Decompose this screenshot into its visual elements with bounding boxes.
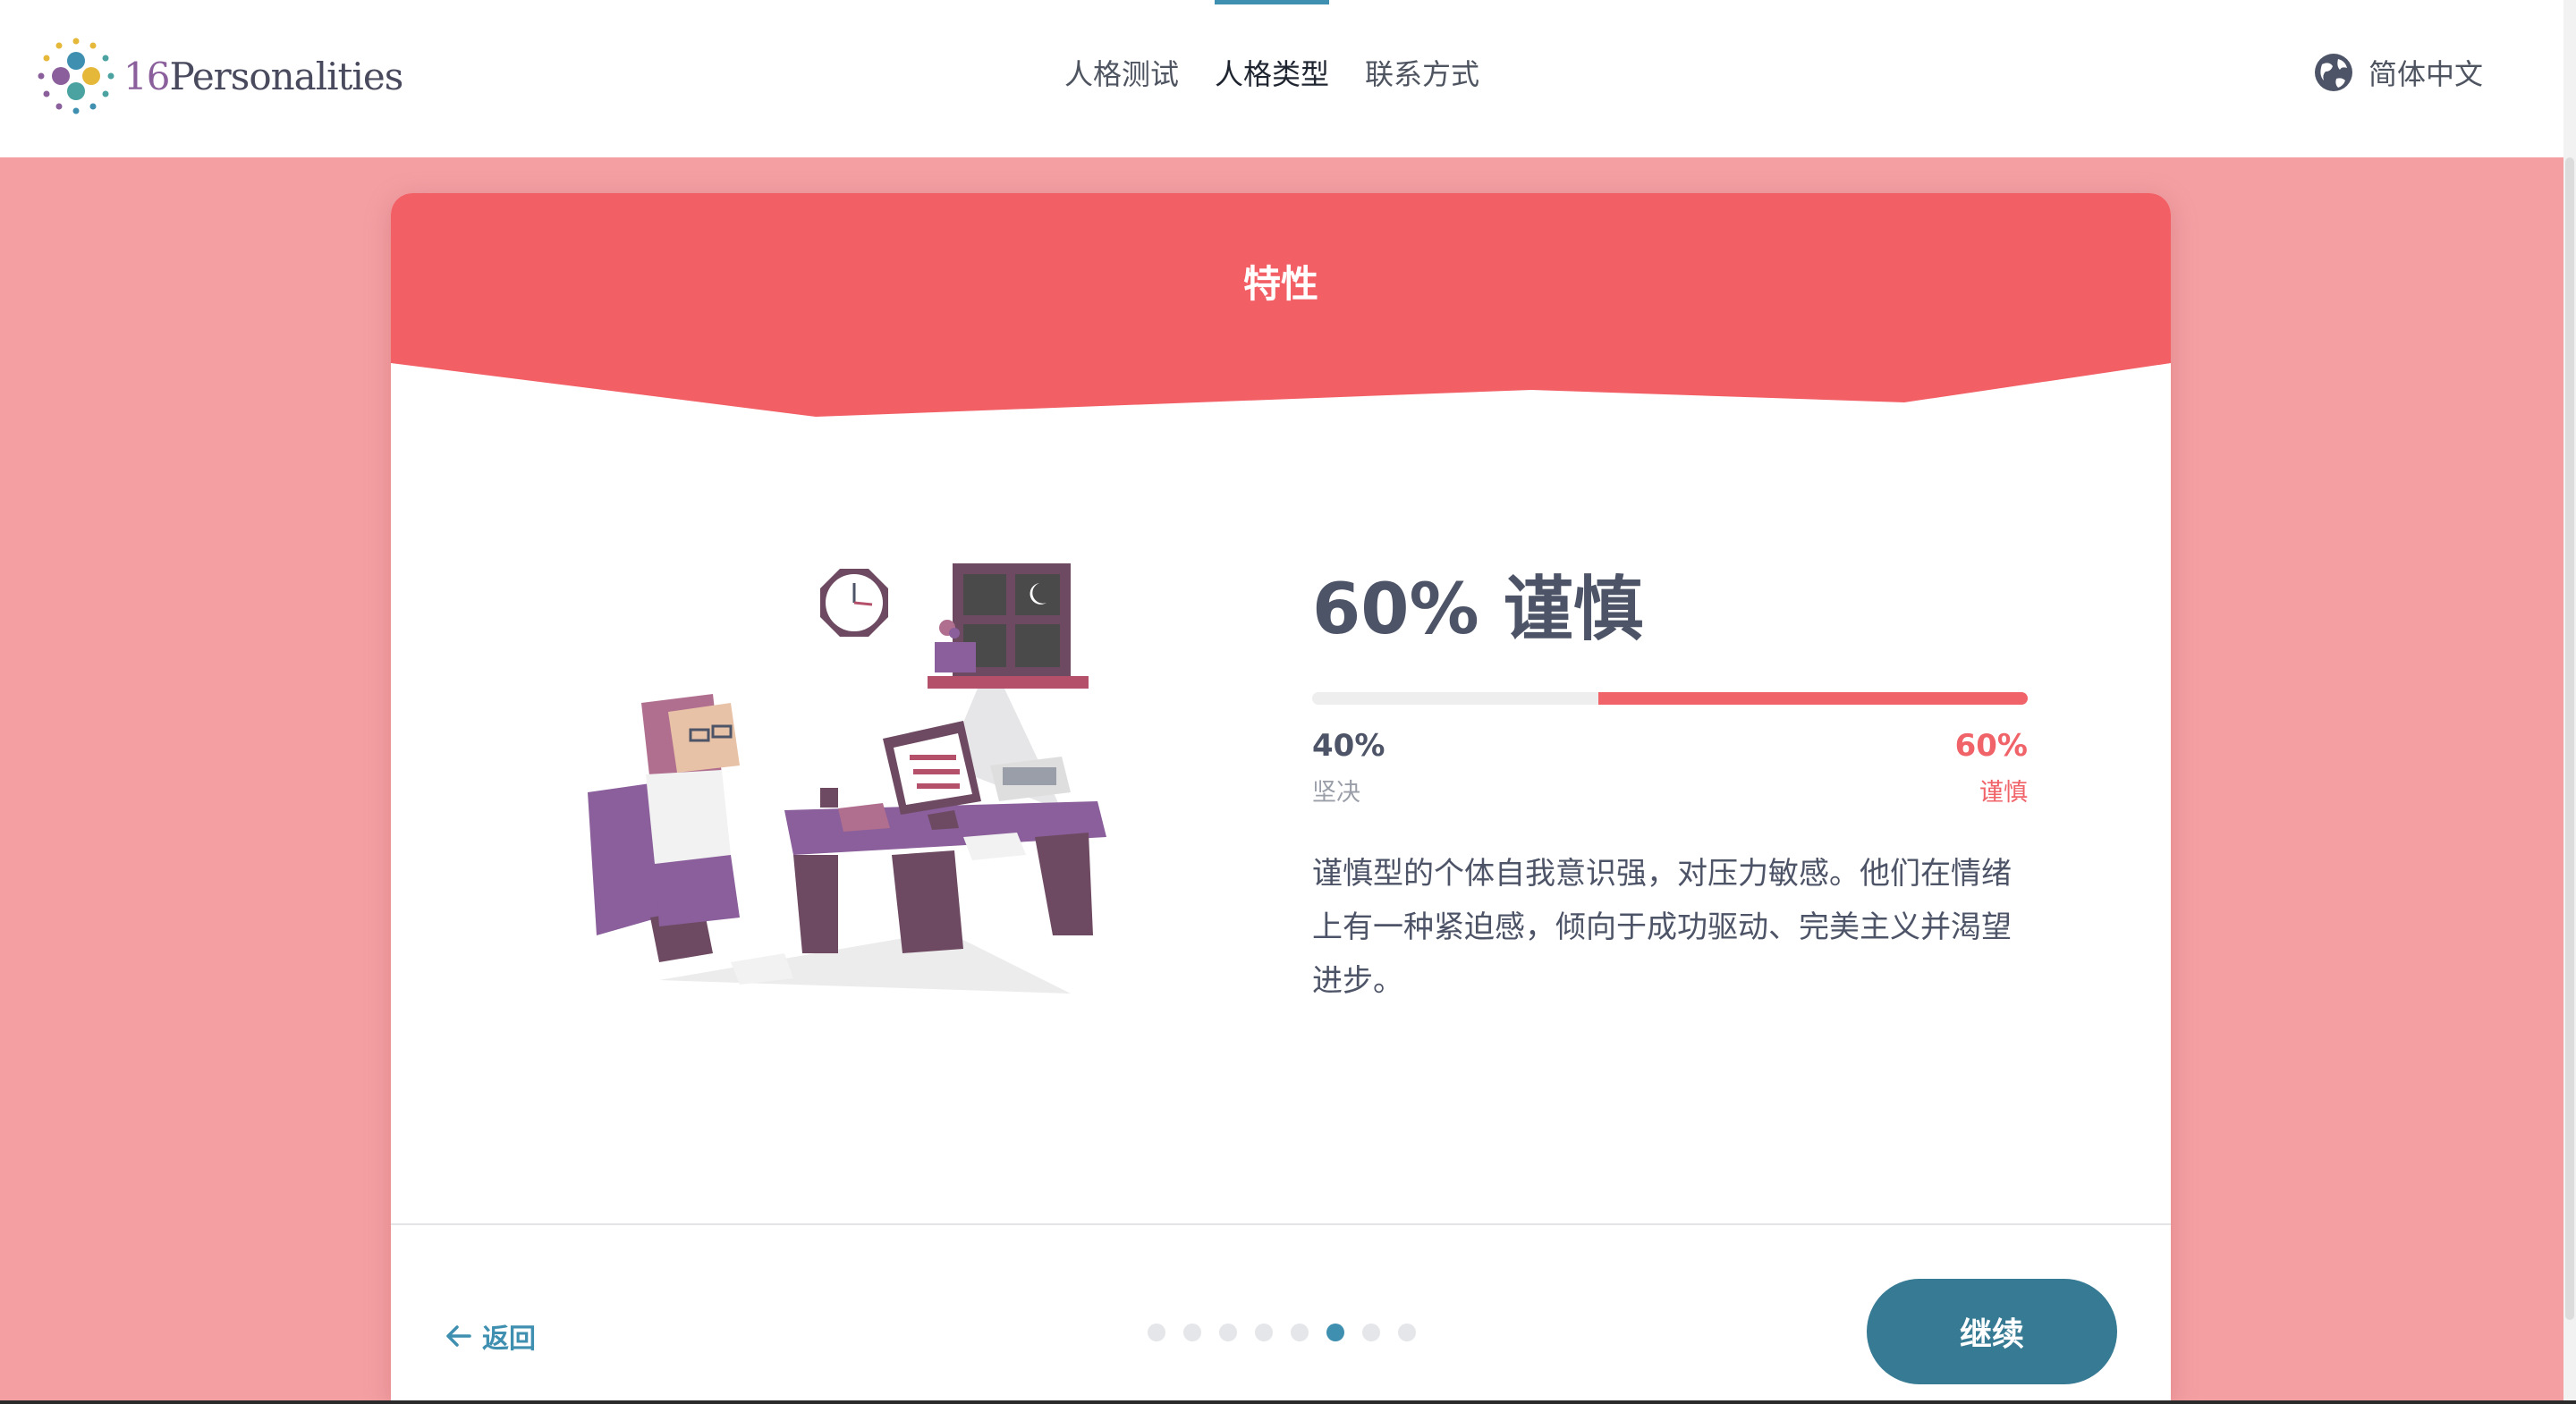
progress-dot[interactable] bbox=[1255, 1324, 1273, 1341]
continue-button[interactable]: 继续 bbox=[1867, 1279, 2117, 1384]
progress-dot[interactable] bbox=[1219, 1324, 1237, 1341]
card-divider bbox=[391, 1223, 2171, 1225]
site-header: 16Personalities 人格测试 人格类型 联系方式 简体中文 bbox=[0, 0, 2563, 157]
back-label: 返回 bbox=[482, 1324, 536, 1355]
progress-dot[interactable] bbox=[1326, 1324, 1344, 1341]
scrollbar[interactable] bbox=[2563, 0, 2576, 1404]
trait-bar bbox=[1312, 691, 2028, 705]
site-logo[interactable]: 16Personalities bbox=[34, 34, 403, 118]
logo-word: Personalities bbox=[169, 54, 403, 98]
logo-dots-icon bbox=[38, 38, 114, 114]
progress-dots bbox=[1148, 1324, 1416, 1341]
trait-description: 谨慎型的个体自我意识强，对压力敏感。他们在情绪上有一种紧迫感，倾向于成功驱动、完… bbox=[1312, 855, 2012, 999]
right-label: 谨慎 bbox=[1979, 778, 2028, 807]
trait-details: 60% 谨慎 40% 坚决 60% 谨慎 谨慎型的个体自我意识强，对压力敏感。他… bbox=[1312, 569, 2028, 1038]
logo-text: 16Personalities bbox=[123, 54, 403, 98]
card-header-banner bbox=[391, 193, 2171, 417]
trait-bar-labels: 40% 坚决 60% 谨慎 bbox=[1312, 728, 2028, 808]
nav-item-types[interactable]: 人格类型 bbox=[1215, 0, 1330, 93]
back-button[interactable]: 返回 bbox=[445, 1316, 536, 1356]
trait-heading: 60% 谨慎 bbox=[1312, 570, 1643, 650]
right-percent: 60% bbox=[1954, 727, 2028, 764]
left-label: 坚决 bbox=[1312, 778, 1360, 807]
scrollbar-thumb[interactable] bbox=[2565, 157, 2574, 1320]
left-percent: 40% bbox=[1312, 727, 1385, 764]
arrow-left-icon bbox=[446, 1325, 471, 1347]
progress-dot[interactable] bbox=[1148, 1324, 1165, 1341]
nav-item-contact[interactable]: 联系方式 bbox=[1365, 52, 1479, 93]
card-header: 特性 bbox=[391, 193, 2171, 426]
logo-number: 16 bbox=[123, 54, 170, 98]
progress-dot[interactable] bbox=[1291, 1324, 1309, 1341]
nav-item-test[interactable]: 人格测试 bbox=[1064, 52, 1179, 93]
progress-dot[interactable] bbox=[1398, 1324, 1416, 1341]
progress-dot[interactable] bbox=[1183, 1324, 1201, 1341]
globe-icon bbox=[2314, 54, 2352, 91]
trait-right: 60% 谨慎 bbox=[1955, 728, 2028, 808]
trait-card: 特性 60% 谨慎 40% 坚决 60% 谨慎 谨慎型的个体自我意识强，对压力敏… bbox=[391, 193, 2171, 1404]
trait-left: 40% 坚决 bbox=[1312, 728, 1385, 808]
progress-dot[interactable] bbox=[1362, 1324, 1380, 1341]
language-selector[interactable]: 简体中文 bbox=[2313, 52, 2483, 93]
trait-illustration bbox=[570, 542, 1178, 1007]
window-bottom-edge bbox=[0, 1400, 2576, 1404]
language-label: 简体中文 bbox=[2368, 57, 2483, 91]
main-nav: 人格测试 人格类型 联系方式 bbox=[1064, 0, 1479, 93]
card-title: 特性 bbox=[1242, 262, 1318, 306]
trait-bar-fill bbox=[1598, 691, 2028, 705]
